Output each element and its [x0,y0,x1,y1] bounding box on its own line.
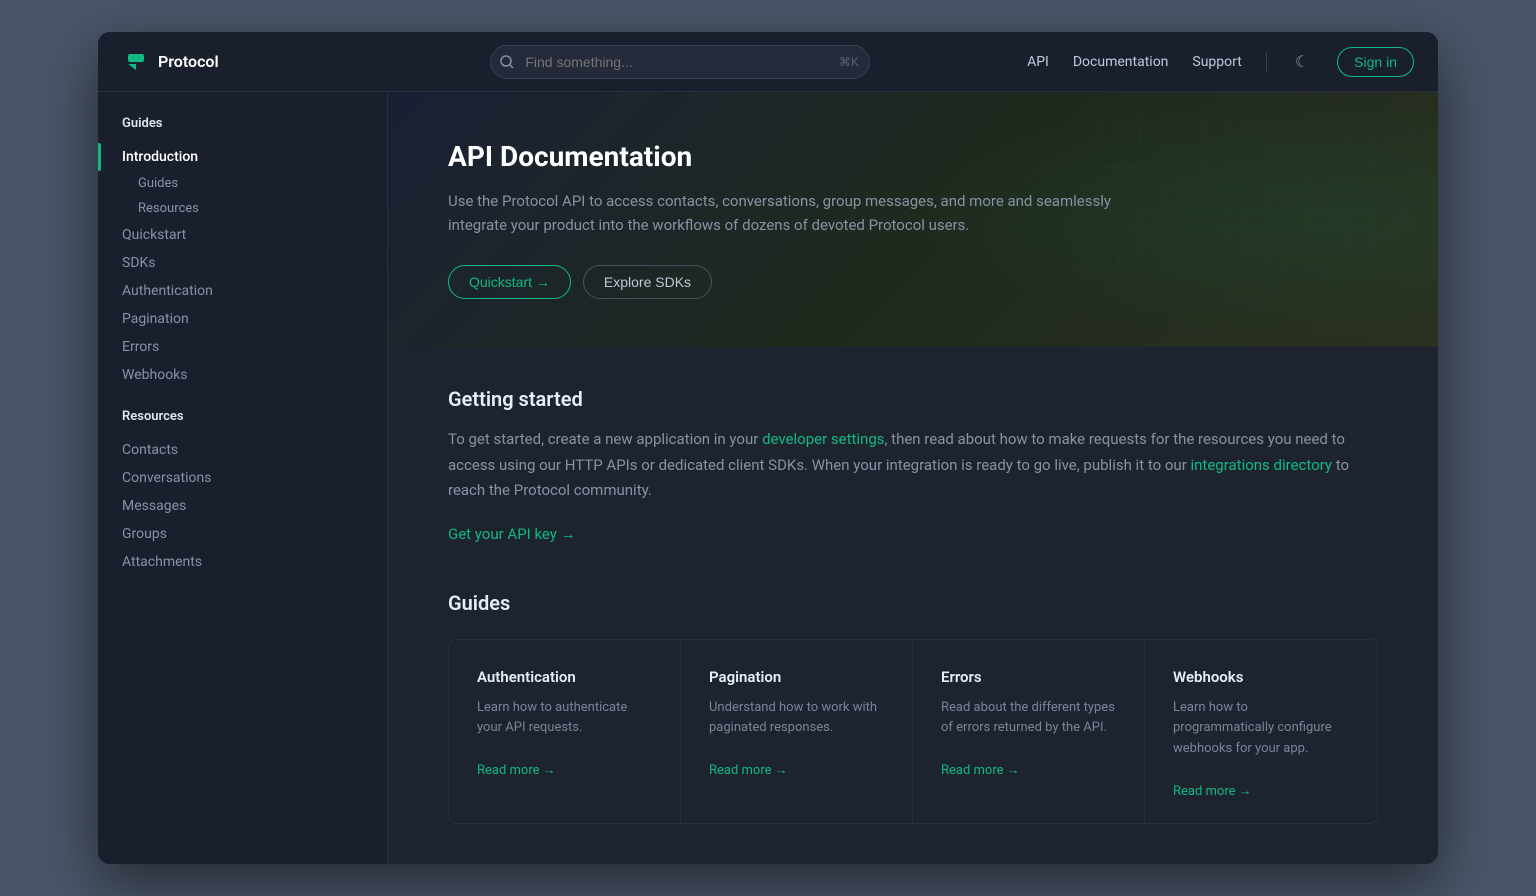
sidebar-item-webhooks[interactable]: Webhooks [98,361,387,389]
app-window: Protocol ⌘K API Documentation Support ☾ … [98,32,1438,864]
sidebar: Guides Introduction Guides Resources Qui… [98,92,388,864]
search-input[interactable] [490,45,870,79]
sidebar-item-sdks[interactable]: SDKs [98,249,387,277]
search-bar: ⌘K [490,45,870,79]
guide-errors-title: Errors [941,668,1116,686]
main-content: API Documentation Use the Protocol API t… [388,92,1438,864]
guide-auth-title: Authentication [477,668,652,686]
sidebar-subitem-guides[interactable]: Guides [98,171,387,196]
guides-section: Guides Authentication Learn how to authe… [448,591,1378,824]
guide-pagination-read-more[interactable]: Read more → [709,763,788,778]
hero-section: API Documentation Use the Protocol API t… [388,92,1438,347]
getting-started-text: To get started, create a new application… [448,427,1378,504]
nav-links: API Documentation Support ☾ Sign in [1027,47,1414,77]
resources-section-title: Resources [98,409,387,424]
quickstart-button[interactable]: Quickstart → [448,265,571,299]
getting-started-text-part1: To get started, create a new application… [448,430,762,448]
sidebar-item-attachments[interactable]: Attachments [98,548,387,576]
getting-started-title: Getting started [448,387,1378,411]
sidebar-item-quickstart[interactable]: Quickstart [98,221,387,249]
sidebar-item-authentication[interactable]: Authentication [98,277,387,305]
developer-settings-link[interactable]: developer settings [762,430,884,448]
theme-toggle-button[interactable]: ☾ [1291,48,1313,76]
sidebar-item-introduction[interactable]: Introduction [98,143,387,171]
sidebar-item-contacts[interactable]: Contacts [98,436,387,464]
guide-pagination-title: Pagination [709,668,884,686]
guide-webhooks-desc: Learn how to programmatically configure … [1173,698,1349,760]
guides-title: Guides [448,591,1378,615]
guide-errors-read-more[interactable]: Read more → [941,763,1020,778]
body-layout: Guides Introduction Guides Resources Qui… [98,92,1438,864]
sidebar-item-pagination[interactable]: Pagination [98,305,387,333]
sign-in-button[interactable]: Sign in [1337,47,1414,77]
sidebar-item-errors[interactable]: Errors [98,333,387,361]
integrations-directory-link[interactable]: integrations directory [1191,456,1333,474]
logo-area: Protocol [122,48,412,76]
hero-bg-pattern [1078,112,1378,272]
search-shortcut: ⌘K [839,55,859,69]
guide-card-pagination: Pagination Understand how to work with p… [681,640,913,823]
guide-webhooks-title: Webhooks [1173,668,1349,686]
search-icon [500,55,514,69]
logo-text: Protocol [158,52,219,71]
nav-support[interactable]: Support [1192,54,1241,70]
sidebar-item-groups[interactable]: Groups [98,520,387,548]
sidebar-subitem-resources[interactable]: Resources [98,196,387,221]
hero-description: Use the Protocol API to access contacts,… [448,189,1168,237]
search-wrapper: ⌘K [490,45,870,79]
guide-auth-read-more[interactable]: Read more → [477,763,556,778]
guides-section-title: Guides [98,116,387,131]
guide-card-errors: Errors Read about the different types of… [913,640,1145,823]
guide-webhooks-read-more[interactable]: Read more → [1173,784,1252,799]
nav-divider [1266,52,1267,72]
nav-api[interactable]: API [1027,54,1049,70]
guide-errors-desc: Read about the different types of errors… [941,698,1116,740]
logo-icon [122,48,150,76]
explore-sdks-button[interactable]: Explore SDKs [583,265,712,299]
sidebar-item-conversations[interactable]: Conversations [98,464,387,492]
guide-card-authentication: Authentication Learn how to authenticate… [449,640,681,823]
guide-card-webhooks: Webhooks Learn how to programmatically c… [1145,640,1377,823]
nav-documentation[interactable]: Documentation [1073,54,1169,70]
guide-auth-desc: Learn how to authenticate your API reque… [477,698,652,740]
content-area: Getting started To get started, create a… [388,347,1438,864]
guide-pagination-desc: Understand how to work with paginated re… [709,698,884,740]
get-api-key-link[interactable]: Get your API key → [448,525,576,543]
header: Protocol ⌘K API Documentation Support ☾ … [98,32,1438,92]
sidebar-item-messages[interactable]: Messages [98,492,387,520]
guides-grid: Authentication Learn how to authenticate… [448,639,1378,824]
